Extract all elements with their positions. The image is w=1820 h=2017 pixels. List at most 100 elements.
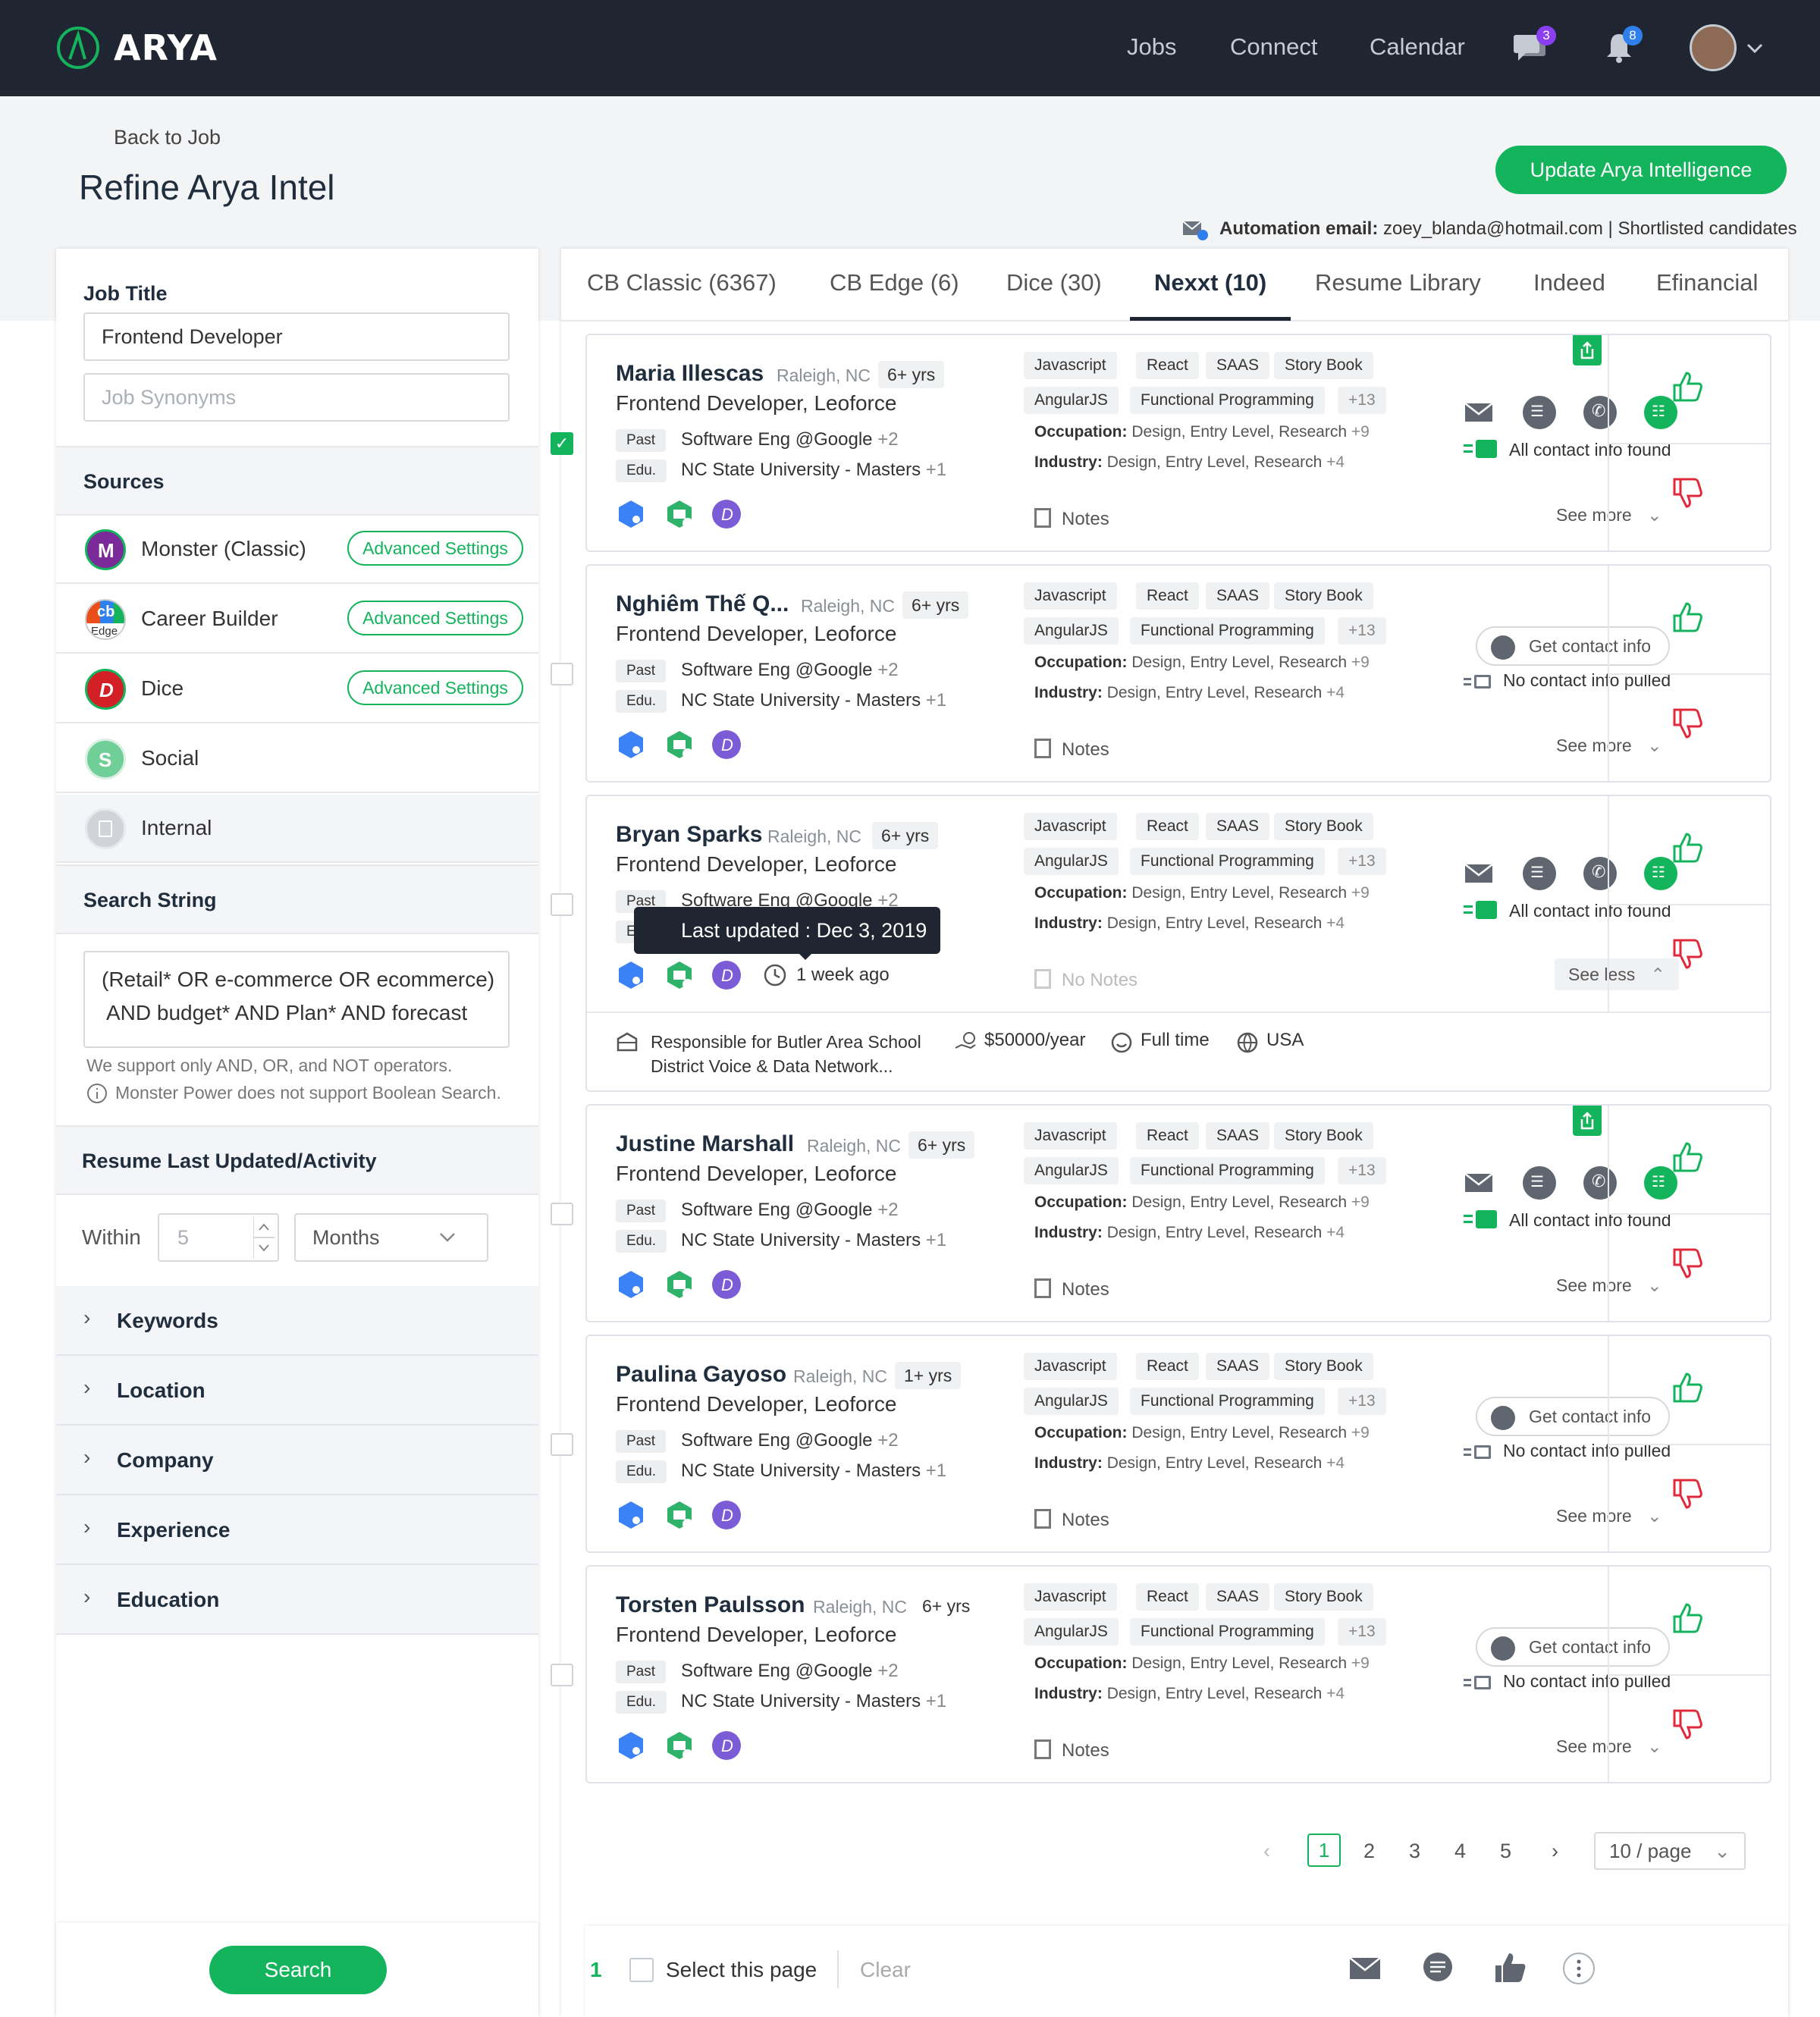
- see-less-toggle[interactable]: See less ⌃: [1555, 958, 1679, 990]
- more-options-icon[interactable]: [1562, 1952, 1596, 1985]
- notes-link[interactable]: Notes: [1034, 1509, 1109, 1531]
- sms-icon[interactable]: ☰: [1523, 1166, 1556, 1200]
- thumbs-down-icon[interactable]: [1670, 937, 1703, 971]
- candidate-card[interactable]: Maria Illescas Raleigh, NC 6+ yrs Fronte…: [585, 334, 1771, 552]
- share-icon[interactable]: [1573, 335, 1602, 365]
- thumbs-down-icon[interactable]: [1670, 1708, 1703, 1741]
- nav-calendar[interactable]: Calendar: [1370, 33, 1465, 61]
- update-arya-intelligence-button[interactable]: Update Arya Intelligence: [1495, 146, 1787, 194]
- tab-resume-library[interactable]: Resume Library: [1315, 269, 1481, 296]
- email-icon[interactable]: [1462, 396, 1495, 429]
- phone-icon[interactable]: ✆: [1583, 396, 1617, 429]
- candidate-name[interactable]: Bryan Sparks: [616, 822, 762, 848]
- advanced-settings-button[interactable]: Advanced Settings: [347, 670, 523, 705]
- chevron-down-icon[interactable]: [1746, 42, 1764, 55]
- thumbs-up-icon[interactable]: [1670, 1140, 1703, 1174]
- thumbs-down-icon[interactable]: [1670, 707, 1703, 740]
- thumbs-up-icon[interactable]: [1670, 1601, 1703, 1635]
- candidate-name[interactable]: Torsten Paulsson: [616, 1592, 805, 1618]
- thumbs-up-icon[interactable]: [1670, 831, 1703, 864]
- source-internal[interactable]: Internal: [56, 795, 538, 863]
- candidate-name[interactable]: Paulina Gayoso: [616, 1362, 786, 1388]
- skill-chip-more[interactable]: +13: [1338, 1157, 1386, 1184]
- pagination-page[interactable]: 2: [1363, 1840, 1375, 1863]
- back-to-job-link[interactable]: Back to Job: [114, 126, 221, 149]
- tab-cb-classic[interactable]: CB Classic (6367): [587, 269, 777, 296]
- location-section[interactable]: › Location: [56, 1356, 538, 1426]
- advanced-settings-button[interactable]: Advanced Settings: [347, 601, 523, 635]
- email-icon[interactable]: [1462, 1166, 1495, 1200]
- pagination-prev[interactable]: ‹: [1263, 1840, 1270, 1863]
- candidate-card[interactable]: Nghiêm Thế Q... Raleigh, NC 6+ yrs Front…: [585, 564, 1771, 783]
- arya-logo-icon[interactable]: [56, 26, 100, 70]
- candidate-name[interactable]: Justine Marshall: [616, 1131, 794, 1157]
- job-title-input[interactable]: Frontend Developer: [83, 312, 510, 361]
- pagination-next[interactable]: ›: [1552, 1840, 1558, 1863]
- page-size-select[interactable]: 10 / page ⌄: [1594, 1832, 1746, 1870]
- tab-nexxt[interactable]: Nexxt (10): [1154, 269, 1266, 296]
- candidate-card[interactable]: Paulina Gayoso Raleigh, NC 1+ yrs Fronte…: [585, 1335, 1771, 1553]
- company-section[interactable]: › Company: [56, 1426, 538, 1495]
- get-contact-info-button[interactable]: Get contact info: [1476, 626, 1670, 666]
- thumbs-down-icon[interactable]: [1670, 1477, 1703, 1510]
- skill-chip-more[interactable]: +13: [1338, 387, 1386, 414]
- skill-chip-more[interactable]: +13: [1338, 848, 1386, 875]
- advanced-settings-button[interactable]: Advanced Settings: [347, 531, 523, 566]
- thumbs-down-icon[interactable]: [1670, 1247, 1703, 1280]
- select-page-label[interactable]: Select this page: [666, 1958, 817, 1982]
- select-page-checkbox[interactable]: [629, 1958, 654, 1982]
- candidate-card[interactable]: Justine Marshall Raleigh, NC 6+ yrs Fron…: [585, 1104, 1771, 1322]
- pagination-page[interactable]: 3: [1409, 1840, 1420, 1863]
- thumbs-up-icon[interactable]: [1670, 370, 1703, 403]
- within-unit-select[interactable]: Months: [294, 1213, 488, 1262]
- source-monster[interactable]: M Monster (Classic) Advanced Settings: [56, 516, 538, 584]
- tab-indeed[interactable]: Indeed: [1533, 269, 1605, 296]
- education-section[interactable]: › Education: [56, 1565, 538, 1635]
- nav-jobs[interactable]: Jobs: [1127, 33, 1176, 61]
- candidate-checkbox[interactable]: [551, 1664, 573, 1686]
- sms-icon[interactable]: ☰: [1523, 857, 1556, 890]
- source-career-builder[interactable]: cb Edge Career Builder Advanced Settings: [56, 585, 538, 654]
- bulk-email-icon[interactable]: [1348, 1955, 1382, 1982]
- notes-link[interactable]: Notes: [1034, 1739, 1109, 1761]
- tab-efinancial[interactable]: Efinancial: [1656, 269, 1758, 296]
- tab-cb-edge[interactable]: CB Edge (6): [830, 269, 959, 296]
- notes-link[interactable]: Notes: [1034, 508, 1109, 530]
- skill-chip-more[interactable]: +13: [1338, 1618, 1386, 1645]
- nav-connect[interactable]: Connect: [1230, 33, 1317, 61]
- get-contact-info-button[interactable]: Get contact info: [1476, 1627, 1670, 1667]
- phone-icon[interactable]: ✆: [1583, 857, 1617, 890]
- skill-chip-more[interactable]: +13: [1338, 1388, 1386, 1415]
- bulk-shortlist-icon[interactable]: [1492, 1952, 1527, 1984]
- keywords-section[interactable]: › Keywords: [56, 1286, 538, 1356]
- source-dice[interactable]: D Dice Advanced Settings: [56, 655, 538, 723]
- pagination-page[interactable]: 4: [1454, 1840, 1466, 1863]
- pagination-page-current[interactable]: 1: [1307, 1833, 1341, 1867]
- tab-dice[interactable]: Dice (30): [1006, 269, 1102, 296]
- bulk-sms-icon[interactable]: [1421, 1952, 1454, 1984]
- job-synonyms-input[interactable]: Job Synonyms: [83, 373, 510, 422]
- candidate-card[interactable]: Torsten Paulsson Raleigh, NC 6+ yrs Fron…: [585, 1565, 1771, 1783]
- clear-button[interactable]: Clear: [860, 1958, 911, 1982]
- candidate-checkbox[interactable]: [551, 1433, 573, 1456]
- thumbs-down-icon[interactable]: [1670, 476, 1703, 510]
- email-icon[interactable]: [1462, 857, 1495, 890]
- phone-icon[interactable]: ✆: [1583, 1166, 1617, 1200]
- get-contact-info-button[interactable]: Get contact info: [1476, 1397, 1670, 1436]
- share-icon[interactable]: [1573, 1106, 1602, 1136]
- candidate-name[interactable]: Maria Illescas: [616, 361, 764, 387]
- source-social[interactable]: S Social: [56, 725, 538, 793]
- notes-link[interactable]: Notes: [1034, 739, 1109, 761]
- search-button[interactable]: Search: [209, 1946, 387, 1994]
- candidate-checkbox[interactable]: [551, 663, 573, 685]
- candidate-checkbox-checked[interactable]: ✓: [551, 432, 573, 455]
- candidate-checkbox[interactable]: [551, 893, 573, 916]
- sms-icon[interactable]: ☰: [1523, 396, 1556, 429]
- user-avatar[interactable]: [1690, 24, 1737, 71]
- experience-section[interactable]: › Experience: [56, 1495, 538, 1565]
- thumbs-up-icon[interactable]: [1670, 1371, 1703, 1404]
- candidate-checkbox[interactable]: [551, 1203, 573, 1225]
- pagination-page[interactable]: 5: [1500, 1840, 1511, 1863]
- thumbs-up-icon[interactable]: [1670, 601, 1703, 634]
- notes-link[interactable]: Notes: [1034, 1278, 1109, 1300]
